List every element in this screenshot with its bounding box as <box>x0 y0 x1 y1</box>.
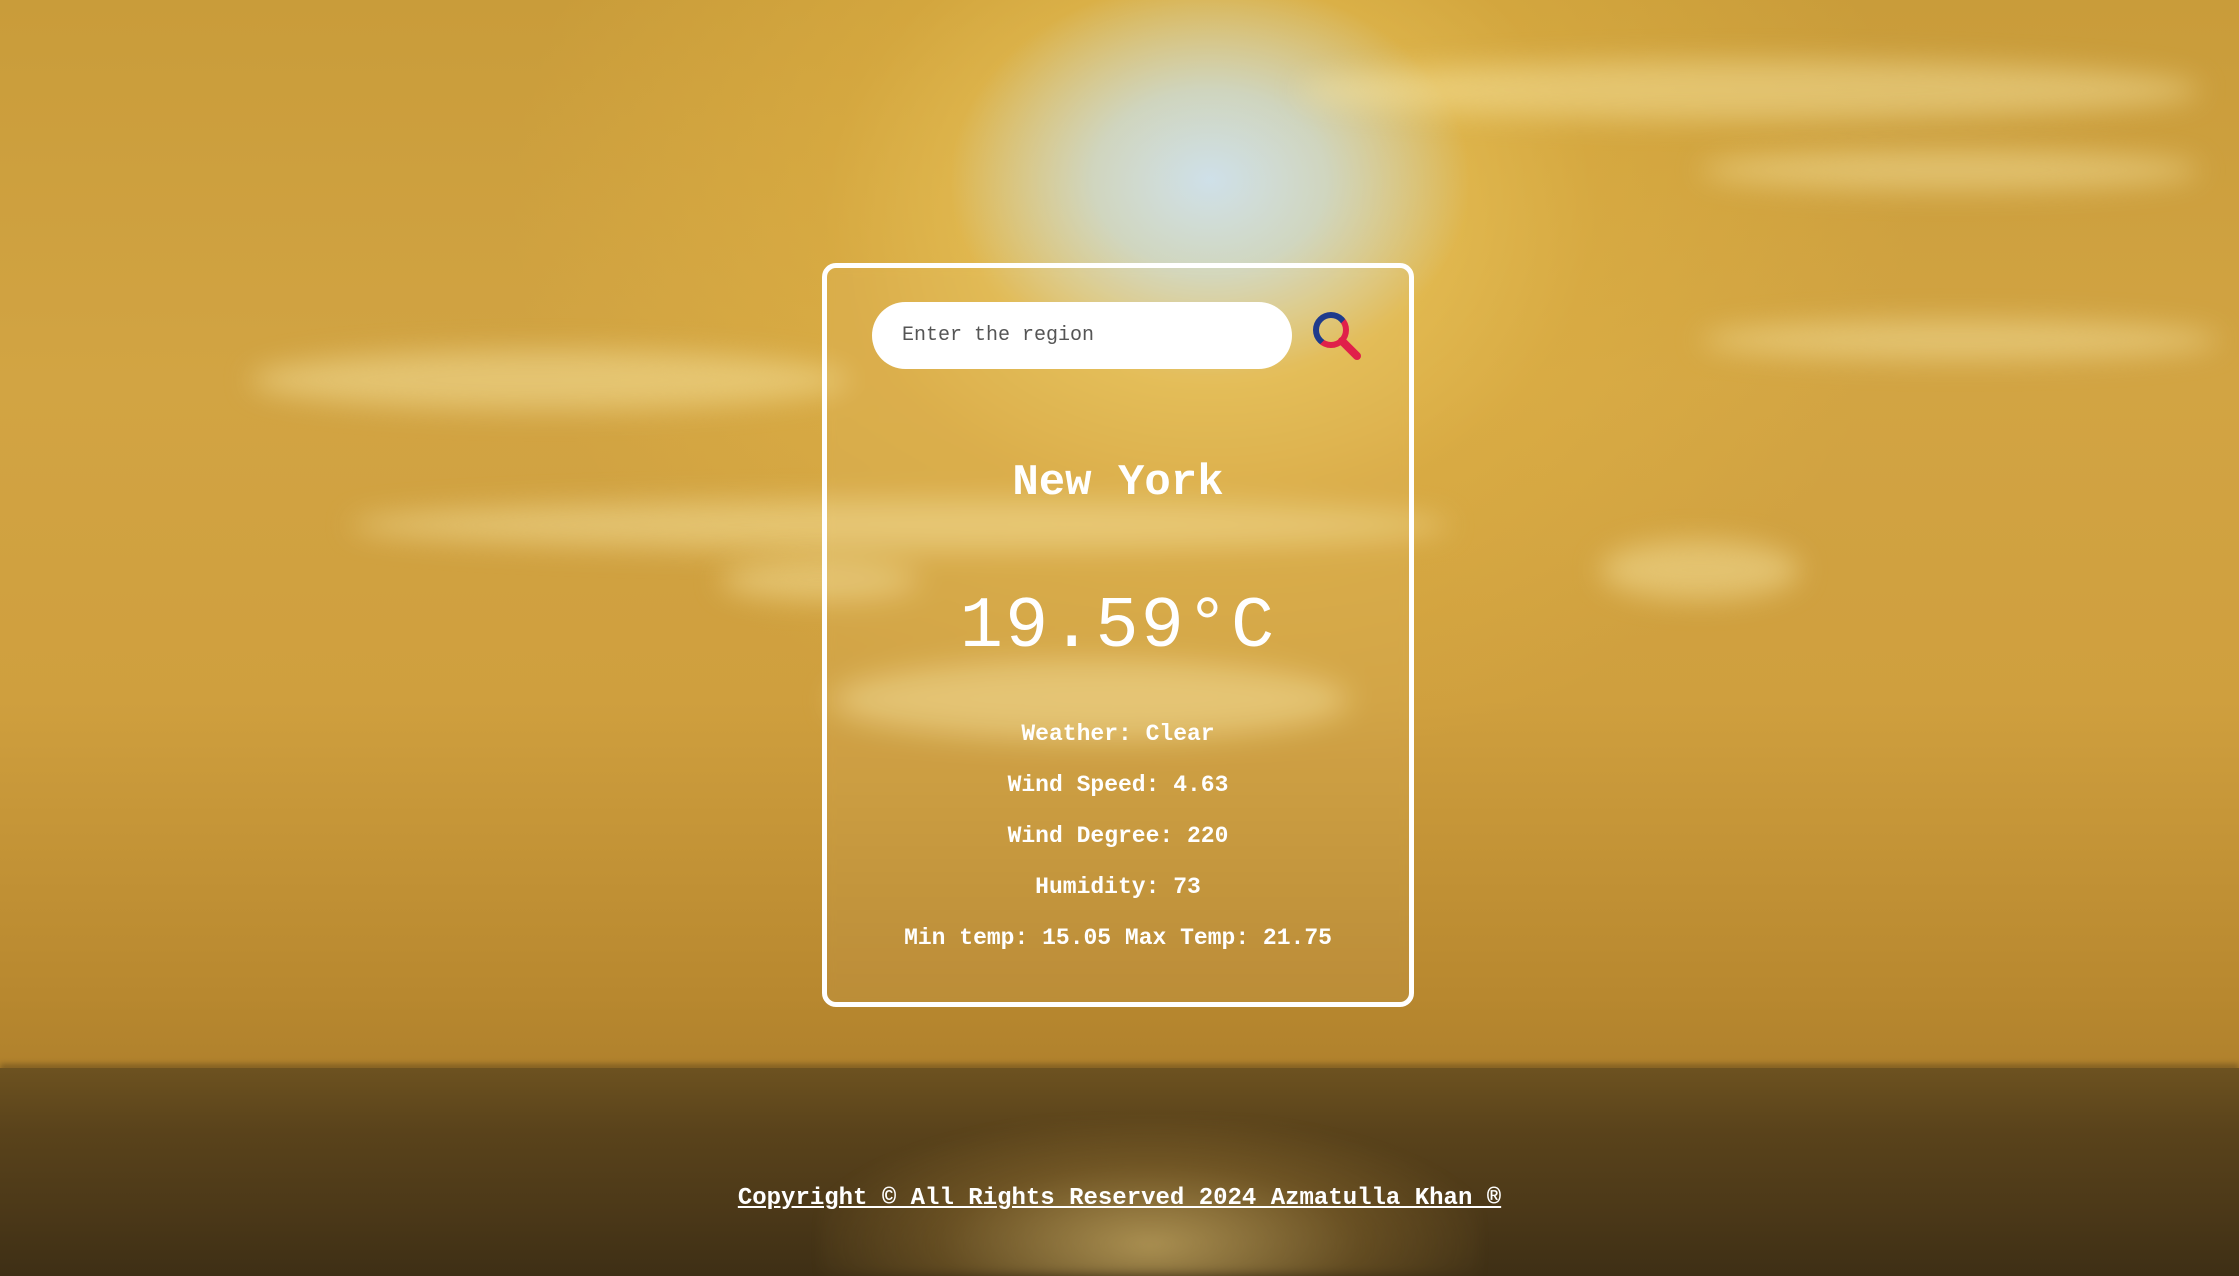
weather-condition: Weather: Clear <box>1021 721 1215 747</box>
weather-card: New York 19.59°C Weather: Clear Wind Spe… <box>822 263 1414 1007</box>
search-icon <box>1313 312 1361 360</box>
temperature: 19.59°C <box>959 586 1277 668</box>
cloud <box>1300 60 2200 120</box>
copyright-link[interactable]: Copyright © All Rights Reserved 2024 Azm… <box>738 1185 1501 1212</box>
search-button[interactable] <box>1309 308 1365 364</box>
cloud <box>1700 320 2220 360</box>
city-name: New York <box>1012 458 1224 508</box>
region-search-input[interactable] <box>872 302 1292 369</box>
footer-copyright: Copyright © All Rights Reserved 2024 Azm… <box>0 1185 2239 1212</box>
cloud <box>1600 540 1800 600</box>
wind-degree: Wind Degree: 220 <box>1007 823 1229 849</box>
humidity: Humidity: 73 <box>1035 874 1201 900</box>
wind-speed: Wind Speed: 4.63 <box>1007 772 1229 798</box>
min-max-temp: Min temp: 15.05 Max Temp: 21.75 <box>904 925 1332 951</box>
cloud <box>1700 150 2200 190</box>
cloud <box>250 350 850 410</box>
